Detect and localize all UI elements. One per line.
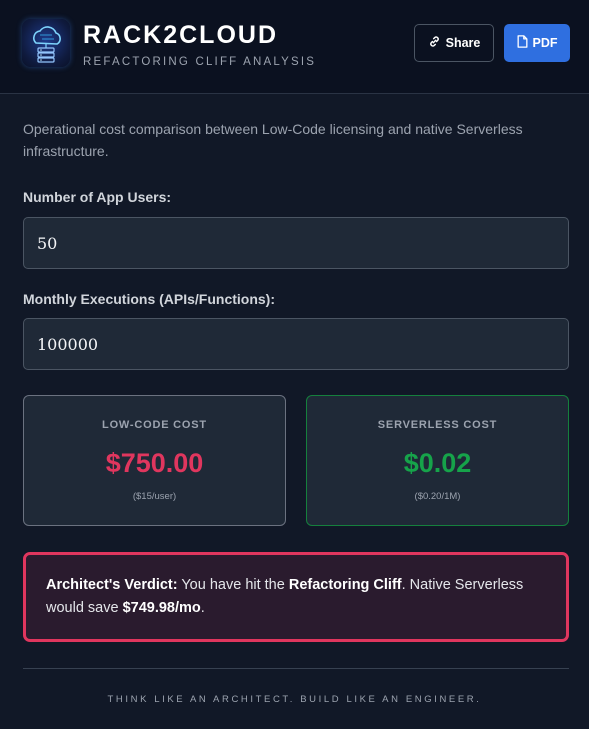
file-icon	[517, 35, 528, 51]
verdict-text-1: You have hit the	[177, 577, 289, 593]
brand-subtitle: REFACTORING CLIFF ANALYSIS	[83, 56, 317, 68]
footer-tagline: THINK LIKE AN ARCHITECT. BUILD LIKE AN E…	[107, 694, 482, 705]
footer-divider	[23, 668, 569, 669]
serverless-cost-title: SERVERLESS COST	[377, 419, 498, 431]
architect-verdict-box: Architect's Verdict: You have hit the Re…	[23, 552, 569, 642]
app-header: RACK2CLOUD REFACTORING CLIFF ANALYSIS Sh…	[0, 0, 589, 94]
low-code-cost-card: LOW-CODE COST $750.00 ($15/user)	[23, 395, 286, 526]
verdict-highlight: Refactoring Cliff	[288, 577, 402, 593]
users-label: Number of App Users:	[23, 189, 172, 205]
users-input[interactable]: 50	[23, 217, 569, 269]
cloud-server-icon	[22, 19, 70, 67]
serverless-cost-note: ($0.20/1M)	[414, 491, 461, 502]
pdf-label: PDF	[532, 36, 558, 50]
brand-title: RACK2CLOUD	[83, 21, 278, 49]
share-label: Share	[445, 36, 481, 50]
verdict-lead: Architect's Verdict:	[46, 577, 178, 593]
low-code-cost-title: LOW-CODE COST	[102, 419, 207, 431]
serverless-cost-value: $0.02	[403, 448, 472, 478]
share-button[interactable]: Share	[414, 24, 494, 62]
intro-text: Operational cost comparison between Low-…	[23, 121, 523, 159]
low-code-cost-note: ($15/user)	[132, 491, 177, 502]
pdf-button[interactable]: PDF	[504, 24, 570, 62]
link-icon	[428, 35, 441, 51]
low-code-cost-value: $750.00	[105, 448, 204, 478]
executions-input[interactable]: 100000	[23, 318, 569, 370]
verdict-text-3: .	[200, 600, 205, 616]
verdict-savings: $749.98/mo	[122, 600, 201, 616]
serverless-cost-card: SERVERLESS COST $0.02 ($0.20/1M)	[306, 395, 569, 526]
executions-label: Monthly Executions (APIs/Functions):	[23, 291, 276, 307]
